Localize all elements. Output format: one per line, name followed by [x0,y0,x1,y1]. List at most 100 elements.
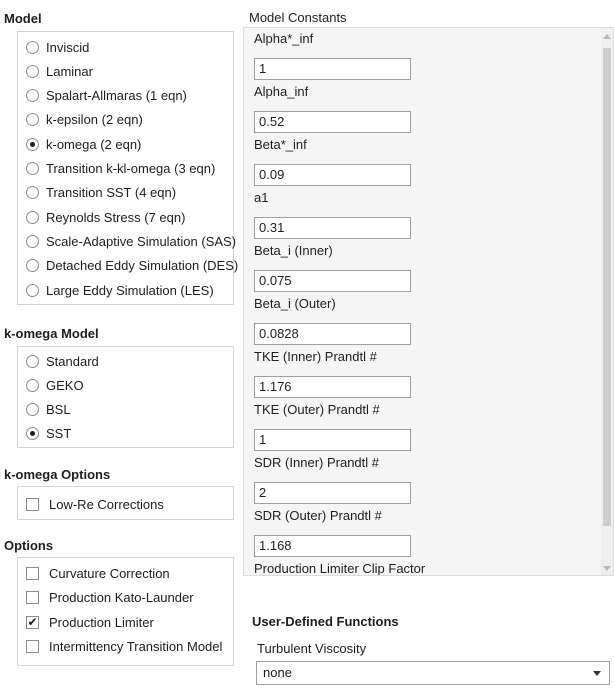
turbulent-viscosity-dropdown[interactable]: none [256,661,610,685]
checkbox-icon[interactable] [26,640,39,653]
scroll-down-icon[interactable] [603,566,611,571]
constant-input[interactable]: 0.0828 [254,323,411,345]
constant-input[interactable]: 0.075 [254,270,411,292]
model-section-title: Model [4,11,42,26]
model-option-label: k-epsilon (2 eqn) [46,112,143,128]
radio-button-icon[interactable] [26,354,39,368]
constant-input[interactable]: 0.31 [254,217,411,239]
option-item[interactable]: Production Kato-Launder [26,587,194,609]
constant-input[interactable]: 0.09 [254,164,411,186]
komega-option-item-label: Low-Re Corrections [49,496,164,512]
constant-label: Beta*_inf [254,137,307,152]
option-item-label: Intermittency Transition Model [49,639,223,654]
scroll-thumb[interactable] [603,48,611,526]
model-option[interactable]: Detached Eddy Simulation (DES) [26,255,238,277]
model-option[interactable]: Transition SST (4 eqn) [26,182,176,204]
constant-label: Beta_i (Outer) [254,296,336,311]
checkbox-checked-icon[interactable]: ✔ [26,615,39,629]
model-option[interactable]: k-epsilon (2 eqn) [26,109,143,131]
model-option[interactable]: Laminar [26,60,93,82]
constant-label: TKE (Inner) Prandtl # [254,349,377,364]
komega-model-option[interactable]: SST [26,422,71,444]
komega-model-option[interactable]: GEKO [26,374,84,396]
constant-input[interactable]: 1 [254,58,411,80]
option-item[interactable]: Curvature Correction [26,562,170,584]
option-item-label: Production Limiter [49,614,154,630]
radio-button-icon[interactable] [26,64,39,78]
model-option-label: Scale-Adaptive Simulation (SAS) [46,233,237,249]
constant-label: SDR (Inner) Prandtl # [254,455,379,470]
radio-button-icon[interactable] [26,402,39,416]
radio-button-icon[interactable] [26,378,39,392]
chevron-down-icon [593,671,601,676]
constant-input[interactable]: 1 [254,429,411,451]
komega-model-option-label: BSL [46,401,71,417]
radio-button-icon[interactable] [26,234,39,248]
radio-button-icon[interactable] [26,162,39,175]
constant-label: Alpha*_inf [254,31,314,46]
komega-options-section-title: k-omega Options [4,467,111,482]
komega-model-option-label: SST [46,425,72,441]
constant-label: a1 [254,190,269,205]
radio-button-icon[interactable] [26,283,39,297]
constant-input[interactable]: 2 [254,482,411,504]
constant-input[interactable]: 1.168 [254,535,411,557]
komega-model-group: Standard GEKO BSL SST [17,346,234,448]
option-item-label: Curvature Correction [49,565,170,581]
constant-label: Production Limiter Clip Factor [254,561,426,576]
komega-model-option-label: GEKO [46,377,84,393]
constant-label: Beta_i (Inner) [254,243,333,258]
model-option-label: k-omega (2 eqn) [46,136,142,152]
komega-model-option[interactable]: Standard [26,350,99,372]
komega-model-option[interactable]: BSL [26,398,71,420]
constant-input[interactable]: 0.52 [254,111,411,133]
model-option-label: Large Eddy Simulation (LES) [46,282,214,298]
model-option-label: Laminar [46,63,93,79]
komega-model-section-title: k-omega Model [4,326,99,341]
turbulent-viscosity-label: Turbulent Viscosity [257,641,367,656]
model-option[interactable]: Transition k-kl-omega (3 eqn) [26,158,215,180]
radio-button-icon[interactable] [26,89,39,103]
radio-button-icon[interactable] [26,426,39,440]
komega-model-option-label: Standard [46,353,99,369]
model-option-label: Transition k-kl-omega (3 eqn) [46,161,216,176]
radio-button-icon[interactable] [26,186,39,200]
radio-button-icon[interactable] [26,40,39,54]
model-constants-title: Model Constants [249,10,347,25]
option-item[interactable]: Intermittency Transition Model [26,636,222,658]
model-option-label: Detached Eddy Simulation (DES) [46,258,239,274]
model-option-label: Transition SST (4 eqn) [46,185,177,201]
model-option[interactable]: Reynolds Stress (7 eqn) [26,206,185,228]
scroll-up-icon[interactable] [603,34,611,39]
constant-label: TKE (Outer) Prandtl # [254,402,380,417]
radio-button-icon[interactable] [26,113,39,127]
model-option[interactable]: Large Eddy Simulation (LES) [26,279,214,301]
constants-scrollbar[interactable] [601,28,613,575]
model-option[interactable]: Spalart-Allmaras (1 eqn) [26,85,187,107]
radio-button-icon[interactable] [26,210,39,224]
constant-label: SDR (Outer) Prandtl # [254,508,382,523]
checkbox-icon[interactable] [26,591,39,604]
option-item-label: Production Kato-Launder [49,590,194,605]
option-item[interactable]: ✔ Production Limiter [26,611,154,633]
constant-input[interactable]: 1.176 [254,376,411,398]
model-option[interactable]: k-omega (2 eqn) [26,133,141,155]
komega-options-group: Low-Re Corrections [17,486,234,520]
options-group: Curvature Correction Production Kato-Laun… [17,557,234,666]
turbulent-viscosity-value: none [263,665,292,680]
model-constants-list[interactable]: Alpha*_inf 1 Alpha_inf 0.52 Beta*_inf 0.09 a1 0… [243,27,614,576]
options-section-title: Options [4,538,54,553]
model-option[interactable]: Scale-Adaptive Simulation (SAS) [26,230,236,252]
model-option-label: Reynolds Stress (7 eqn) [46,209,186,225]
model-option[interactable]: Inviscid [26,36,89,58]
checkbox-icon[interactable] [26,566,39,580]
checkbox-icon[interactable] [26,497,39,511]
model-option-label: Spalart-Allmaras (1 eqn) [46,88,187,104]
udf-section-title: User-Defined Functions [252,614,399,629]
constant-label: Alpha_inf [254,84,309,99]
radio-button-icon[interactable] [26,259,39,273]
model-option-label: Inviscid [46,39,90,55]
komega-option-item[interactable]: Low-Re Corrections [26,493,164,515]
radio-button-icon[interactable] [26,137,39,151]
model-group: Inviscid Laminar Spalart-Allmaras (1 eqn) k… [17,31,238,305]
